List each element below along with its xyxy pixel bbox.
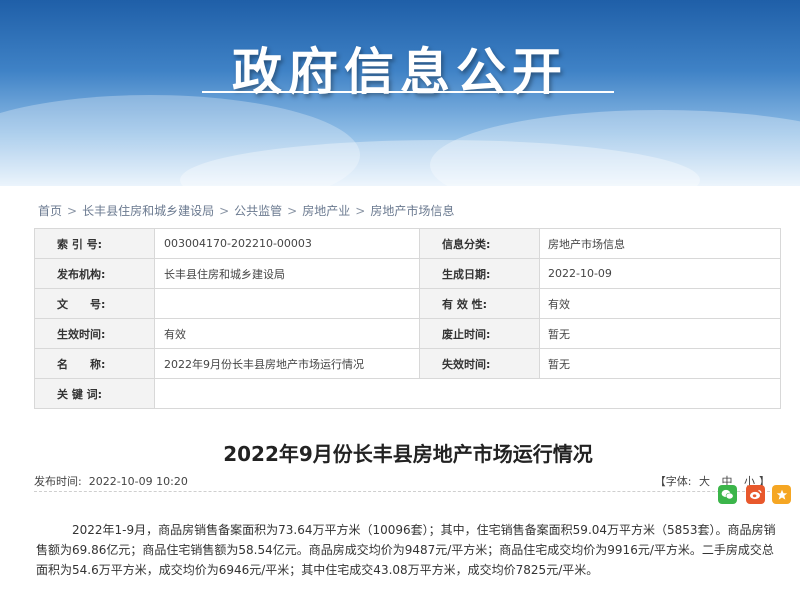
repeal-time-value: 暂无 bbox=[539, 318, 781, 349]
category-value: 房地产市场信息 bbox=[539, 228, 781, 259]
info-table: 索 引 号: 003004170-202210-00003 信息分类: 房地产市… bbox=[34, 228, 781, 409]
repeal-time-label: 废止时间: bbox=[419, 318, 540, 349]
font-label: 【字体: bbox=[654, 475, 692, 488]
breadcrumb-market-info[interactable]: 房地产市场信息 bbox=[370, 204, 454, 218]
publish-info: 发布时间: 2022-10-09 10:20 bbox=[34, 473, 188, 489]
breadcrumb-bureau[interactable]: 长丰县住房和城乡建设局 bbox=[82, 204, 214, 218]
banner: 政府信息公开 bbox=[0, 0, 800, 186]
breadcrumb-real-estate[interactable]: 房地产业 bbox=[302, 204, 350, 218]
wechat-icon bbox=[721, 489, 734, 500]
expiry-time-label: 失效时间: bbox=[419, 348, 540, 379]
font-large-button[interactable]: 大 bbox=[699, 475, 710, 488]
table-row: 生效时间: 有效 废止时间: 暂无 bbox=[34, 318, 781, 349]
effective-time-label: 生效时间: bbox=[34, 318, 155, 349]
breadcrumb-separator: > bbox=[287, 204, 298, 218]
content-card: 首页 > 长丰县住房和城乡建设局 > 公共监管 > 房地产业 > 房地产市场信息 索 引 号: … bbox=[16, 188, 800, 592]
weibo-icon bbox=[750, 489, 762, 500]
weibo-share-button[interactable] bbox=[746, 485, 765, 504]
publish-time: 2022-10-09 10:20 bbox=[88, 475, 188, 488]
table-row: 名 称: 2022年9月份长丰县房地产市场运行情况 失效时间: 暂无 bbox=[34, 348, 781, 379]
breadcrumb-separator: > bbox=[67, 204, 78, 218]
publisher-label: 发布机构: bbox=[34, 258, 155, 289]
name-value: 2022年9月份长丰县房地产市场运行情况 bbox=[154, 348, 420, 379]
publish-label: 发布时间: bbox=[34, 475, 82, 488]
breadcrumb: 首页 > 长丰县住房和城乡建设局 > 公共监管 > 房地产业 > 房地产市场信息 bbox=[38, 202, 454, 219]
article-body: 2022年1-9月，商品房销售备案面积为73.64万平方米（10096套）；其中… bbox=[36, 523, 776, 577]
banner-underline bbox=[202, 91, 614, 93]
publish-bar: 发布时间: 2022-10-09 10:20 【字体: 大 中 小】 bbox=[34, 473, 770, 492]
name-label: 名 称: bbox=[34, 348, 155, 379]
effective-time-value: 有效 bbox=[154, 318, 420, 349]
table-row: 索 引 号: 003004170-202210-00003 信息分类: 房地产市… bbox=[34, 228, 781, 259]
index-number-label: 索 引 号: bbox=[34, 228, 155, 259]
breadcrumb-public-supervision[interactable]: 公共监管 bbox=[234, 204, 282, 218]
favorite-share-button[interactable] bbox=[772, 485, 791, 504]
table-row: 关 键 词: bbox=[34, 378, 781, 409]
breadcrumb-separator: > bbox=[355, 204, 366, 218]
index-number-value: 003004170-202210-00003 bbox=[154, 228, 420, 259]
validity-label: 有 效 性: bbox=[419, 288, 540, 319]
breadcrumb-home[interactable]: 首页 bbox=[38, 204, 62, 218]
banner-title: 政府信息公开 bbox=[232, 43, 568, 101]
created-date-label: 生成日期: bbox=[419, 258, 540, 289]
article-title: 2022年9月份长丰县房地产市场运行情况 bbox=[223, 442, 593, 466]
keywords-value bbox=[154, 378, 781, 409]
category-label: 信息分类: bbox=[419, 228, 540, 259]
table-row: 发布机构: 长丰县住房和城乡建设局 生成日期: 2022-10-09 bbox=[34, 258, 781, 289]
publisher-value: 长丰县住房和城乡建设局 bbox=[154, 258, 420, 289]
table-row: 文 号: 有 效 性: 有效 bbox=[34, 288, 781, 319]
document-number-label: 文 号: bbox=[34, 288, 155, 319]
keywords-label: 关 键 词: bbox=[34, 378, 155, 409]
validity-value: 有效 bbox=[539, 288, 781, 319]
wechat-share-button[interactable] bbox=[718, 485, 737, 504]
created-date-value: 2022-10-09 bbox=[539, 258, 781, 289]
expiry-time-value: 暂无 bbox=[539, 348, 781, 379]
document-number-value bbox=[154, 288, 420, 319]
favorite-icon bbox=[776, 489, 787, 500]
breadcrumb-separator: > bbox=[219, 204, 230, 218]
